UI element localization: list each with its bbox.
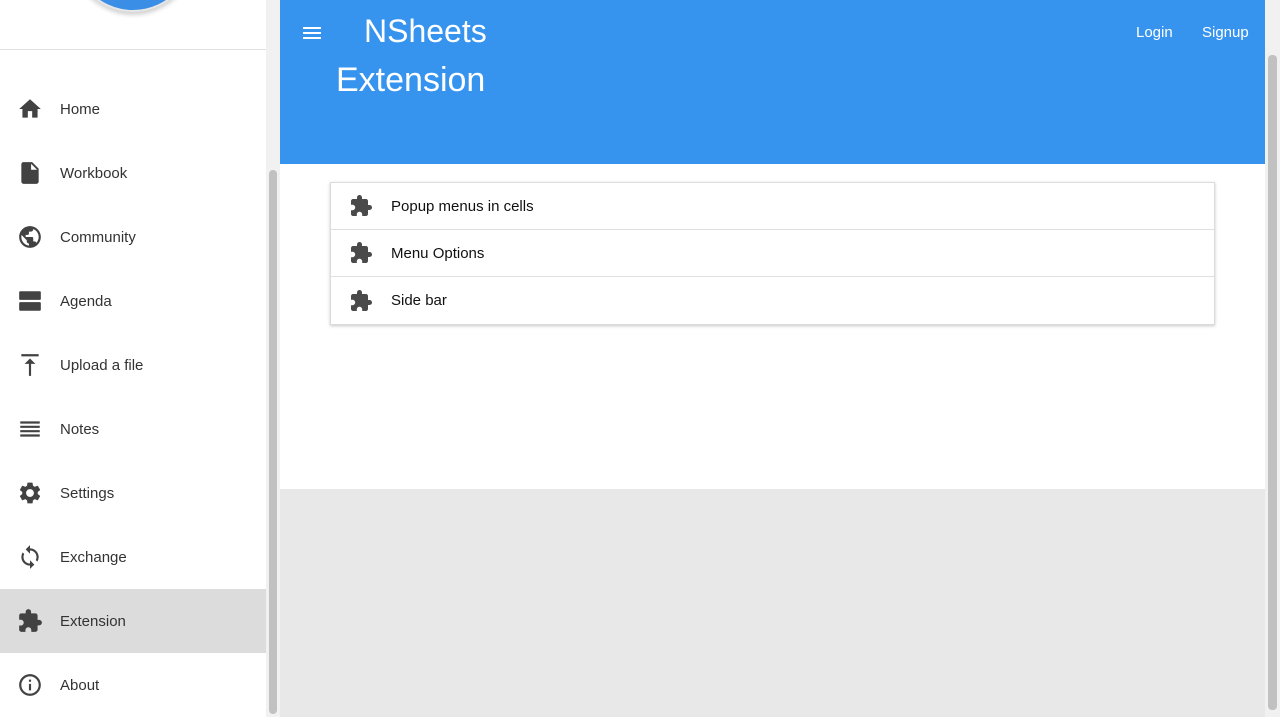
extension-list: Popup menus in cells Menu Options Side b… — [330, 182, 1215, 325]
extension-icon — [331, 289, 391, 313]
login-button[interactable]: Login — [1136, 24, 1173, 41]
content-panel: Popup menus in cells Menu Options Side b… — [280, 164, 1265, 489]
main-area: NSheets Extension Login Signup Popup men… — [280, 0, 1265, 717]
globe-icon — [0, 224, 60, 250]
sidebar-item-extension[interactable]: Extension — [0, 589, 266, 653]
list-item[interactable]: Popup menus in cells — [331, 183, 1214, 230]
app-bar: NSheets Extension Login Signup — [280, 0, 1265, 164]
agenda-icon — [0, 288, 60, 314]
sidebar-item-home[interactable]: Home — [0, 77, 266, 141]
list-item-label: Side bar — [391, 292, 447, 309]
info-icon — [0, 672, 60, 698]
sidebar-item-notes[interactable]: Notes — [0, 397, 266, 461]
sidebar: Home Workbook Community Agenda Upload a … — [0, 0, 266, 717]
sidebar-nav: Home Workbook Community Agenda Upload a … — [0, 77, 266, 717]
extension-icon — [0, 608, 60, 634]
upload-icon — [0, 352, 60, 378]
extension-icon — [331, 241, 391, 265]
sidebar-item-label: Community — [60, 228, 136, 246]
app-title: NSheets — [364, 13, 487, 49]
menu-icon[interactable] — [300, 21, 324, 45]
home-icon — [0, 96, 60, 122]
sidebar-scrollbar-thumb[interactable] — [269, 170, 277, 714]
signup-button[interactable]: Signup — [1202, 24, 1249, 41]
list-item-label: Menu Options — [391, 244, 485, 262]
sidebar-item-label: Notes — [60, 420, 100, 438]
avatar[interactable] — [66, 0, 200, 12]
sidebar-item-community[interactable]: Community — [0, 205, 266, 269]
sidebar-item-settings[interactable]: Settings — [0, 461, 266, 525]
sidebar-item-workbook[interactable]: Workbook — [0, 141, 266, 205]
sidebar-item-exchange[interactable]: Exchange — [0, 525, 266, 589]
notes-icon — [0, 416, 60, 442]
sidebar-item-label: Extension — [60, 612, 126, 630]
sidebar-item-label: Workbook — [60, 164, 128, 182]
sidebar-item-label: Upload a file — [60, 356, 144, 374]
sidebar-item-label: Agenda — [60, 292, 112, 310]
main-scrollbar-thumb[interactable] — [1268, 55, 1277, 710]
sidebar-item-about[interactable]: About — [0, 653, 266, 717]
sidebar-item-label: Exchange — [60, 548, 127, 566]
list-item[interactable]: Menu Options — [331, 230, 1214, 277]
sidebar-item-label: Home — [60, 100, 101, 118]
gear-icon — [0, 480, 60, 506]
sidebar-header — [0, 0, 266, 50]
sidebar-item-label: About — [60, 676, 100, 694]
sidebar-item-label: Settings — [60, 484, 115, 502]
file-icon — [0, 160, 60, 186]
sync-icon — [0, 544, 60, 570]
extension-icon — [331, 194, 391, 218]
list-item-label: Popup menus in cells — [391, 197, 534, 215]
page-title: Extension — [336, 61, 486, 99]
sidebar-item-agenda[interactable]: Agenda — [0, 269, 266, 333]
sidebar-item-upload[interactable]: Upload a file — [0, 333, 266, 397]
list-item[interactable]: Side bar — [331, 277, 1214, 324]
